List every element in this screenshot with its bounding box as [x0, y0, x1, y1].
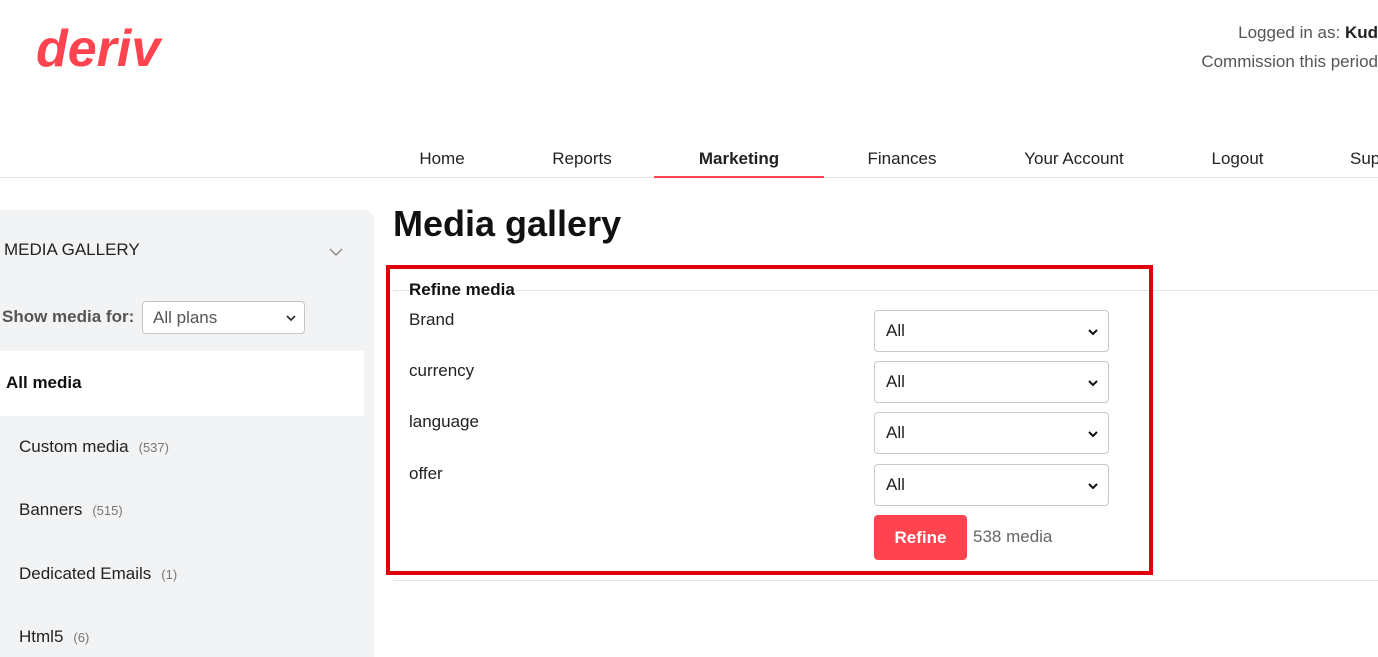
nav-item-home[interactable]: Home: [400, 141, 484, 178]
chevron-down-icon: [1088, 329, 1098, 336]
sidebar-item-dedicated-emails[interactable]: Dedicated Emails (1): [19, 564, 177, 584]
account-info: Logged in as: Kud Commission this period: [1201, 18, 1378, 76]
item-count: (537): [138, 440, 169, 455]
chevron-down-icon: [1088, 431, 1098, 438]
username: Kud: [1344, 23, 1378, 42]
refine-button[interactable]: Refine: [874, 515, 967, 560]
chevron-down-icon[interactable]: [327, 243, 345, 261]
deriv-logo[interactable]: deriv: [36, 20, 176, 70]
page-title: Media gallery: [393, 203, 622, 244]
media-count: 538 media: [973, 527, 1053, 546]
brand-select[interactable]: All: [874, 310, 1109, 352]
language-label: language: [409, 412, 479, 431]
currency-label: currency: [409, 361, 475, 380]
plan-select-value: All plans: [153, 308, 218, 327]
nav-item-support[interactable]: Sup: [1350, 141, 1378, 178]
nav-item-finances[interactable]: Finances: [848, 141, 956, 178]
refine-legend: Refine media: [409, 280, 515, 300]
sidebar-title: MEDIA GALLERY: [4, 240, 140, 259]
item-count: (515): [92, 503, 123, 518]
sidebar-item-all-media[interactable]: All media: [0, 351, 364, 416]
sidebar-item-html5[interactable]: Html5 (6): [19, 627, 89, 647]
currency-select[interactable]: All: [874, 361, 1109, 403]
logged-in-line: Logged in as: Kud: [1238, 23, 1378, 42]
top-navigation: Home Reports Marketing Finances Your Acc…: [0, 141, 1378, 178]
chevron-down-icon: [286, 315, 296, 322]
nav-item-your-account[interactable]: Your Account: [1004, 141, 1144, 178]
chevron-down-icon: [1088, 483, 1098, 490]
sidebar-item-custom-media[interactable]: Custom media (537): [19, 437, 169, 457]
item-count: (6): [73, 630, 90, 645]
sidebar: MEDIA GALLERY Show media for: All plans …: [0, 210, 374, 657]
plan-select[interactable]: All plans: [142, 301, 305, 334]
chevron-down-icon: [1088, 380, 1098, 387]
commission-line: Commission this period: [1201, 52, 1378, 71]
nav-item-logout[interactable]: Logout: [1190, 141, 1285, 178]
nav-item-marketing[interactable]: Marketing: [654, 141, 824, 178]
show-media-label: Show media for:: [2, 307, 135, 326]
language-select[interactable]: All: [874, 412, 1109, 454]
item-count: (1): [161, 567, 178, 582]
nav-item-reports[interactable]: Reports: [532, 141, 632, 178]
logo-text: deriv: [36, 20, 163, 70]
offer-select[interactable]: All: [874, 464, 1109, 506]
offer-label: offer: [409, 464, 443, 483]
sidebar-item-banners[interactable]: Banners (515): [19, 500, 123, 520]
brand-label: Brand: [409, 310, 455, 329]
